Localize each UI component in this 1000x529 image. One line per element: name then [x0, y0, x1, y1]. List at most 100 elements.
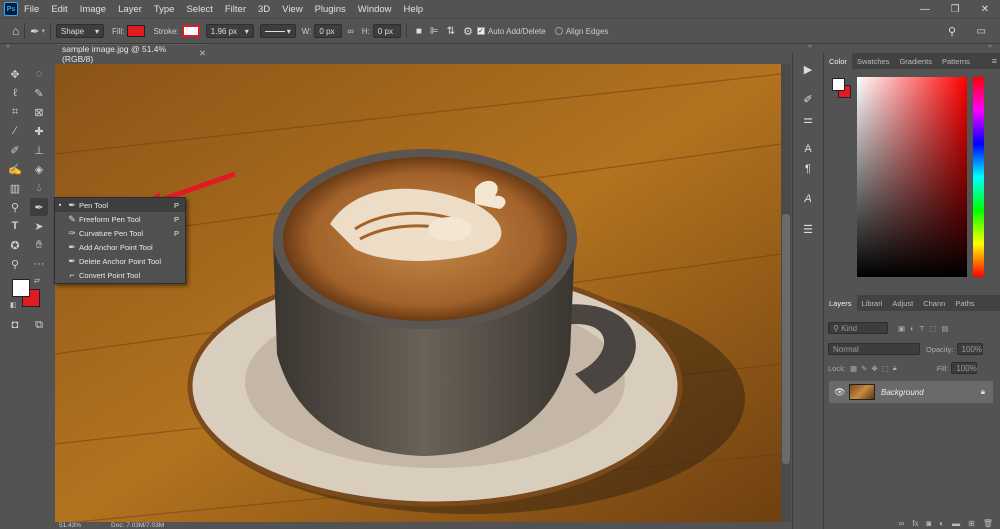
layer-style-icon[interactable]: fx [912, 519, 918, 528]
gradient-tool-icon[interactable]: ▥ [6, 179, 24, 197]
maximize-button[interactable]: ❐ [940, 0, 970, 18]
type-tool-icon[interactable]: T [6, 217, 24, 235]
history-brush-icon[interactable]: ✍ [6, 160, 24, 178]
lock-artboard-icon[interactable]: ⬚ [882, 364, 889, 373]
menu-image[interactable]: Image [74, 4, 112, 15]
flyout-item-delete-anchor-point-tool[interactable]: ✒ Delete Anchor Point Tool [55, 254, 185, 268]
path-alignment-icon[interactable]: ⊫ [430, 26, 439, 37]
brush-settings-icon[interactable]: ✐ [800, 91, 816, 107]
lock-position-icon[interactable]: ✥ [871, 364, 877, 373]
menu-file[interactable]: File [18, 4, 45, 15]
menu-help[interactable]: Help [398, 4, 430, 15]
lasso-tool-icon[interactable]: ℓ [6, 84, 24, 102]
add-mask-icon[interactable]: ◙ [926, 519, 931, 528]
home-icon[interactable]: ⌂ [12, 24, 19, 38]
tab-layers[interactable]: Layers [824, 295, 857, 311]
color-panel-foreground-swatch[interactable] [832, 78, 845, 91]
blend-mode-select[interactable]: Normal [828, 343, 920, 355]
swap-colors-icon[interactable]: ⇄ [34, 277, 40, 285]
lock-pixels-icon[interactable]: ▦ [850, 364, 857, 373]
height-input[interactable]: 0 px [372, 24, 401, 38]
new-group-icon[interactable]: ▬ [952, 519, 960, 528]
settings-gear-icon[interactable]: ⚙ [463, 25, 473, 38]
new-layer-icon[interactable]: ⊞ [968, 519, 975, 528]
marquee-tool-icon[interactable]: ◌ [30, 65, 48, 83]
menu-layer[interactable]: Layer [112, 4, 148, 15]
align-edges-checkbox[interactable] [554, 27, 563, 35]
menu-select[interactable]: Select [180, 4, 218, 15]
foreground-color-swatch[interactable] [12, 279, 30, 297]
glyphs-icon[interactable]: A [800, 191, 816, 207]
search-icon[interactable]: ⚲ [948, 25, 956, 38]
close-tab-icon[interactable]: ✕ [199, 48, 206, 59]
filter-adjustment-icon[interactable]: ◐ [910, 324, 915, 333]
flyout-item-freeform-pen-tool[interactable]: ✎ Freeform Pen Tool P [55, 212, 185, 226]
menu-filter[interactable]: Filter [219, 4, 252, 15]
adjustments-icon[interactable]: ⚌ [800, 111, 816, 127]
chevron-down-icon[interactable]: ▾ [41, 27, 45, 35]
brush-tool-icon[interactable]: ✐ [6, 141, 24, 159]
lock-paint-icon[interactable]: ✎ [861, 364, 867, 373]
menu-type[interactable]: Type [148, 4, 181, 15]
menu-3d[interactable]: 3D [252, 4, 276, 15]
stamp-tool-icon[interactable]: ⊥ [30, 141, 48, 159]
fill-input[interactable]: 100% [951, 362, 978, 374]
tab-adjustments[interactable]: Adjust [887, 295, 918, 311]
link-layers-icon[interactable]: ∞ [899, 519, 905, 528]
menu-window[interactable]: Window [352, 4, 398, 15]
quick-mask-icon[interactable]: ◘ [6, 316, 24, 334]
more-tools-icon[interactable]: ··· [30, 255, 48, 273]
flyout-item-convert-point-tool[interactable]: ⌐ Convert Point Tool [55, 268, 185, 282]
filter-shape-icon[interactable]: ⬚ [929, 324, 936, 333]
eraser-tool-icon[interactable]: ◈ [30, 160, 48, 178]
lock-all-icon[interactable]: 🔒︎ [893, 363, 897, 373]
scrollbar-thumb[interactable] [782, 214, 790, 464]
minimize-button[interactable]: — [910, 0, 940, 18]
quick-select-tool-icon[interactable]: ✎ [30, 84, 48, 102]
pen-tool-preset-icon[interactable]: ✒ [30, 25, 39, 38]
stroke-width-input[interactable]: 1.96 px ▾ [205, 24, 254, 38]
workspace-icon[interactable]: ▭ [977, 26, 986, 37]
move-tool-icon[interactable]: ✥ [6, 65, 24, 83]
panel-menu-icon[interactable]: ≡ [992, 53, 997, 69]
stroke-type-select[interactable]: ▾ [259, 24, 296, 38]
layer-row-background[interactable]: 👁︎ Background 🔒︎ [829, 381, 993, 403]
opacity-input[interactable]: 100% [956, 343, 983, 355]
tab-libraries[interactable]: Librari [857, 295, 888, 311]
properties-icon[interactable]: ☰ [800, 221, 816, 237]
fill-color-swatch[interactable] [127, 25, 146, 37]
tab-color[interactable]: Color [824, 53, 852, 69]
collapse-panels-icon[interactable]: » [988, 43, 992, 50]
width-input[interactable]: 0 px [314, 24, 343, 38]
custom-shape-icon[interactable]: ✪ [6, 236, 24, 254]
expand-toolbar-icon[interactable]: » [6, 43, 10, 50]
auto-add-delete-checkbox[interactable]: ✓ [476, 27, 485, 35]
shape-mode-select[interactable]: Shape ▾ [55, 24, 104, 38]
filter-smart-object-icon[interactable]: ▤ [941, 324, 948, 333]
tab-paths[interactable]: Paths [950, 295, 979, 311]
hand-tool-icon[interactable]: ✋︎ [30, 236, 48, 254]
visibility-eye-icon[interactable]: 👁︎ [834, 387, 845, 398]
color-picker-field[interactable] [857, 77, 967, 277]
zoom-tool-icon[interactable]: ⚲ [6, 255, 24, 273]
tab-patterns[interactable]: Patterns [937, 53, 975, 69]
path-arrangement-icon[interactable]: ⇅ [447, 26, 455, 37]
filter-type-icon[interactable]: T [920, 324, 925, 333]
path-operations-icon[interactable]: ■ [416, 26, 422, 37]
flyout-item-pen-tool[interactable]: ▪ ✒ Pen Tool P [55, 198, 185, 212]
eyedropper-tool-icon[interactable]: ⁄ [6, 122, 24, 140]
dodge-tool-icon[interactable]: ⚲ [6, 198, 24, 216]
frame-tool-icon[interactable]: ⊠ [30, 103, 48, 121]
crop-tool-icon[interactable]: ⌗ [6, 103, 24, 121]
document-canvas[interactable] [55, 64, 781, 524]
delete-layer-icon[interactable]: 🗑︎ [983, 519, 993, 528]
menu-view[interactable]: View [276, 4, 308, 15]
stroke-color-swatch[interactable] [181, 25, 200, 37]
filter-pixel-icon[interactable]: ▣ [898, 324, 905, 333]
tab-swatches[interactable]: Swatches [852, 53, 895, 69]
character-icon[interactable]: A [800, 141, 816, 157]
screen-mode-icon[interactable]: ⧉ [30, 316, 48, 334]
tab-channels[interactable]: Chann [918, 295, 950, 311]
tab-gradients[interactable]: Gradients [894, 53, 937, 69]
hue-slider[interactable] [973, 77, 984, 277]
